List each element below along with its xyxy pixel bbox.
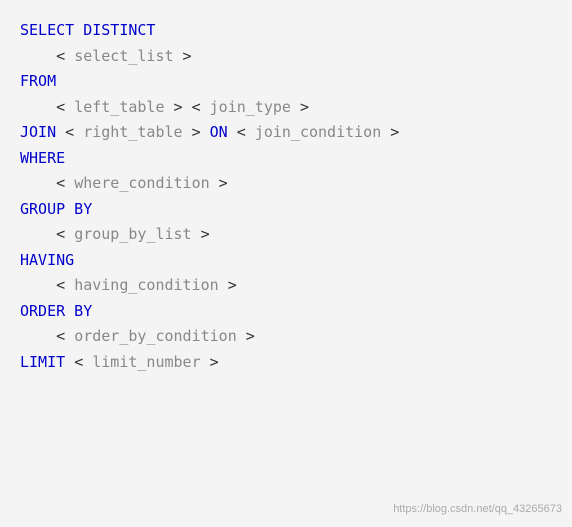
code-part-keyword: JOIN — [20, 123, 56, 141]
code-part-keyword: ON — [210, 123, 228, 141]
code-part-angle: > — [174, 47, 192, 65]
code-line: JOIN < right_table > ON < join_condition… — [20, 120, 552, 146]
code-part-plain — [20, 327, 56, 345]
code-part-keyword: GROUP BY — [20, 200, 92, 218]
code-part-plain — [20, 47, 56, 65]
code-line: GROUP BY — [20, 197, 552, 223]
code-part-placeholder: join_condition — [255, 123, 381, 141]
code-line: LIMIT < limit_number > — [20, 350, 552, 376]
code-part-angle: < — [237, 123, 255, 141]
code-part-keyword: HAVING — [20, 251, 74, 269]
code-part-angle: > — [381, 123, 399, 141]
code-part-placeholder: group_by_list — [74, 225, 191, 243]
code-line: < order_by_condition > — [20, 324, 552, 350]
code-line: < where_condition > — [20, 171, 552, 197]
code-part-placeholder: where_condition — [74, 174, 209, 192]
code-line: < group_by_list > — [20, 222, 552, 248]
code-part-angle: < — [74, 353, 92, 371]
code-part-keyword: LIMIT — [20, 353, 65, 371]
code-block: SELECT DISTINCT < select_list > FROM < le… — [20, 18, 552, 375]
code-part-placeholder: select_list — [74, 47, 173, 65]
code-part-placeholder: join_type — [210, 98, 291, 116]
code-part-placeholder: limit_number — [92, 353, 200, 371]
code-part-angle: < — [56, 225, 74, 243]
code-part-angle: < — [56, 98, 74, 116]
code-part-placeholder: order_by_condition — [74, 327, 237, 345]
code-part-plain — [20, 98, 56, 116]
code-part-angle: < — [65, 123, 83, 141]
code-part-angle: > — [201, 353, 219, 371]
code-part-angle: < — [56, 174, 74, 192]
code-line: ORDER BY — [20, 299, 552, 325]
code-part-plain — [20, 276, 56, 294]
code-part-plain — [228, 123, 237, 141]
watermark: https://blog.csdn.net/qq_43265673 — [393, 500, 562, 519]
code-part-placeholder: right_table — [83, 123, 182, 141]
code-part-angle: > — [192, 225, 210, 243]
code-part-plain — [20, 174, 56, 192]
code-part-keyword: SELECT DISTINCT — [20, 21, 155, 39]
code-part-keyword: ORDER BY — [20, 302, 92, 320]
code-part-placeholder: left_table — [74, 98, 164, 116]
code-part-angle: < — [56, 327, 74, 345]
code-part-angle: < — [192, 98, 210, 116]
code-line: < left_table > < join_type > — [20, 95, 552, 121]
code-part-angle: < — [56, 47, 74, 65]
code-part-angle: > — [210, 174, 228, 192]
code-line: FROM — [20, 69, 552, 95]
code-part-placeholder: having_condition — [74, 276, 219, 294]
code-container: SELECT DISTINCT < select_list > FROM < le… — [0, 0, 572, 527]
code-line: HAVING — [20, 248, 552, 274]
code-line: < having_condition > — [20, 273, 552, 299]
code-line: SELECT DISTINCT — [20, 18, 552, 44]
code-part-plain — [20, 225, 56, 243]
code-part-plain — [65, 353, 74, 371]
code-part-angle: > — [219, 276, 237, 294]
code-part-plain — [56, 123, 65, 141]
code-part-angle: > — [237, 327, 255, 345]
code-line: < select_list > — [20, 44, 552, 70]
code-part-angle: < — [56, 276, 74, 294]
code-part-keyword: FROM — [20, 72, 56, 90]
code-line: WHERE — [20, 146, 552, 172]
code-part-angle: > — [183, 123, 210, 141]
code-part-keyword: WHERE — [20, 149, 65, 167]
code-part-angle: > — [291, 98, 309, 116]
code-part-angle: > — [165, 98, 192, 116]
